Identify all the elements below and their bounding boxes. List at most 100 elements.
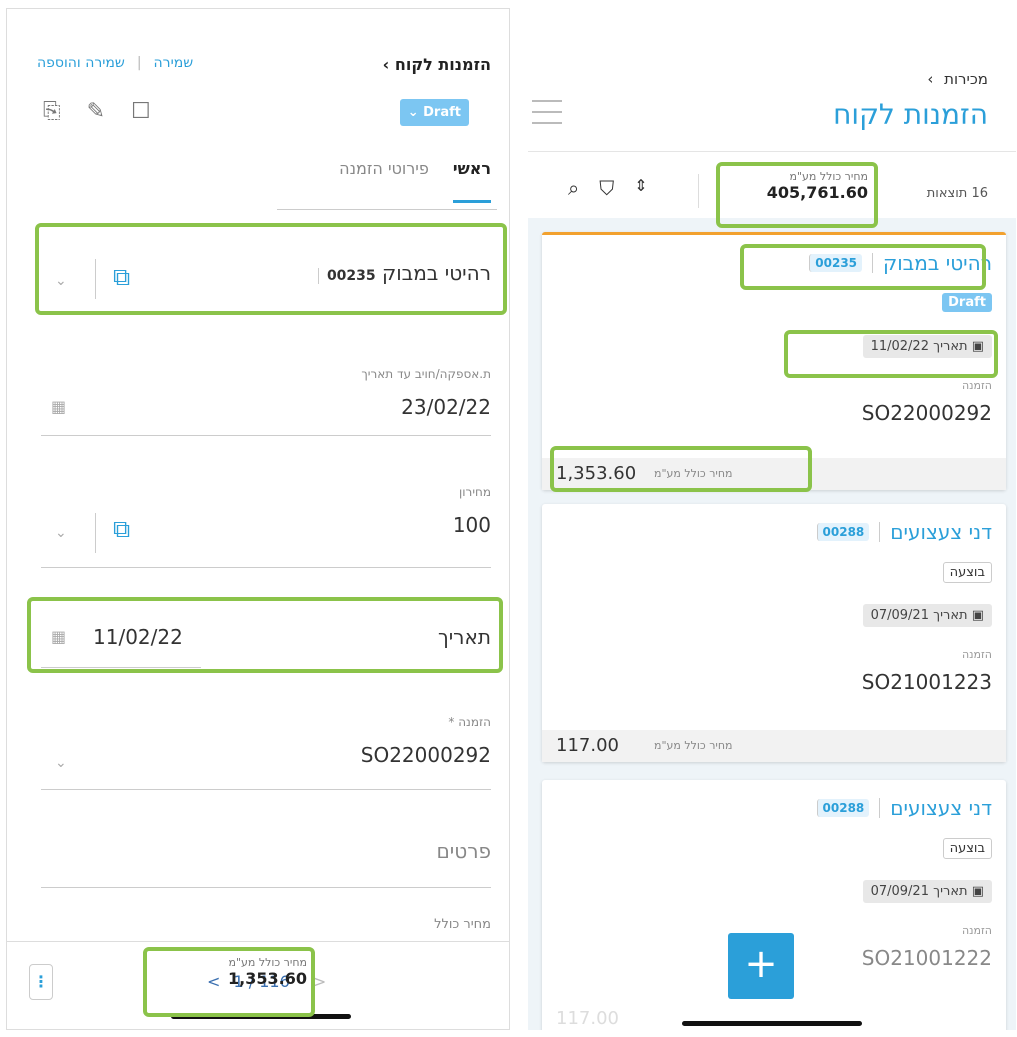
card-separator — [879, 522, 881, 542]
attachment-icon[interactable]: ⎘ — [43, 99, 61, 124]
card-total-value: 117.00 — [556, 1008, 619, 1029]
open-link-icon[interactable]: ⧉ — [113, 515, 130, 543]
card-date-text: תאריך 11/02/22 — [870, 339, 968, 354]
card-date: ▣ תאריך 07/09/21 — [862, 880, 992, 903]
status-label: Draft — [423, 105, 461, 120]
page-title-text: הזמנות לקוח — [394, 55, 491, 74]
date-value: 11/02/22 — [93, 625, 183, 649]
details-field[interactable]: פרטים — [41, 839, 491, 889]
field-underline — [41, 789, 491, 790]
field-separator — [95, 513, 96, 553]
search-icon[interactable]: ⌕ — [568, 176, 579, 200]
pricelist-field[interactable]: מחירון 100 ⧉ ⌄ — [41, 485, 491, 569]
delivery-date-field[interactable]: ת.אספקה/חויב עד תאריך 23/02/22 ▦ — [41, 367, 491, 437]
breadcrumb-text: מכירות — [944, 70, 988, 88]
card-date: ▣ תאריך 07/09/21 — [862, 604, 992, 627]
action-separator: | — [136, 55, 142, 71]
delivery-date-value: 23/02/22 — [401, 395, 491, 419]
card-total-label: מחיר כולל מע"מ — [654, 739, 733, 752]
save-and-add-button[interactable]: שמירה והוספה — [37, 55, 125, 71]
total-field: מחיר כולל — [41, 917, 491, 932]
field-underline — [41, 887, 491, 888]
delivery-date-label: ת.אספקה/חויב עד תאריך — [361, 367, 491, 381]
list-item[interactable]: דני צעצועים 00288 בוצעה ▣ תאריך 07/09/21… — [542, 504, 1006, 762]
chevron-left-icon: › — [927, 70, 934, 88]
pricelist-label: מחירון — [459, 485, 491, 499]
hamburger-menu-icon[interactable] — [532, 100, 562, 133]
card-date: ▣ תאריך 11/02/22 — [862, 335, 992, 358]
comment-icon[interactable]: ☐ — [131, 99, 151, 124]
date-field[interactable]: תאריך 11/02/22 ▦ — [41, 611, 491, 669]
open-link-icon[interactable]: ⧉ — [113, 263, 130, 291]
header-icons: ⎘ ✎ ☐ — [43, 99, 151, 124]
chevron-left-icon[interactable]: › — [383, 55, 390, 74]
field-underline — [41, 567, 491, 568]
chevron-down-icon[interactable]: ⌄ — [55, 273, 67, 289]
calendar-icon: ▣ — [971, 608, 984, 623]
card-date-text: תאריך 07/09/21 — [870, 608, 968, 623]
save-button[interactable]: שמירה — [154, 55, 194, 71]
card-customer-name: דני צעצועים — [890, 796, 992, 820]
add-order-button[interactable]: + — [728, 933, 794, 999]
card-header: דני צעצועים 00288 — [816, 796, 992, 820]
field-separator — [95, 259, 96, 299]
more-menu-button[interactable]: ⋮ — [29, 964, 53, 1000]
card-header: דני צעצועים 00288 — [816, 520, 992, 544]
total-label: מחיר כולל — [434, 917, 491, 932]
next-record-button[interactable]: > — [313, 972, 326, 991]
tab-main[interactable]: ראשי — [452, 159, 491, 203]
tab-bar: ראשי פירוטי הזמנה — [339, 159, 491, 203]
list-header: מכירות › הזמנות לקוח 16 תוצאות מחיר כולל… — [528, 8, 1016, 218]
card-total-value: 117.00 — [556, 735, 619, 756]
order-value: SO22000292 — [360, 743, 491, 767]
list-total-value: 405,761.60 — [766, 183, 868, 202]
card-order-number: SO21001222 — [861, 946, 992, 970]
chevron-down-icon[interactable]: ⌄ — [55, 755, 67, 771]
tab-order-details[interactable]: פירוטי הזמנה — [339, 159, 429, 203]
sort-icon[interactable]: ⇕ — [634, 176, 647, 200]
card-customer-name: רהיטי במבוק — [883, 251, 992, 275]
chevron-down-icon[interactable]: ⌄ — [55, 525, 67, 541]
customer-field[interactable]: רהיטי במבוק 00235 ⧉ ⌄ — [41, 239, 491, 307]
card-order-label: הזמנה — [961, 379, 992, 392]
card-customer-code: 00235 — [809, 254, 863, 272]
header-divider — [528, 151, 1016, 152]
detail-footer: < 1 / 116 > מחיר כולל מע"מ 1,353.60 ⋮ — [7, 941, 509, 1029]
status-badge: Draft — [942, 293, 992, 312]
order-field[interactable]: הזמנה * SO22000292 ⌄ — [41, 715, 491, 791]
page-title: הזמנות לקוח › — [375, 55, 491, 74]
status-dropdown-button[interactable]: ⌄ Draft — [399, 99, 469, 126]
tab-underline — [277, 209, 497, 210]
detail-header: הזמנות לקוח › שמירה | שמירה והוספה ⌄ Dra… — [7, 9, 509, 219]
calendar-icon[interactable]: ▦ — [51, 627, 66, 646]
calendar-icon: ▣ — [971, 339, 984, 354]
card-separator — [872, 253, 874, 273]
card-order-label: הזמנה — [961, 924, 992, 937]
list-item[interactable]: רהיטי במבוק 00235 Draft ▣ תאריך 11/02/22… — [542, 232, 1006, 490]
list-toolbar: ⌕ ⛉ ⇕ — [568, 176, 648, 200]
date-label: תאריך — [437, 625, 491, 649]
footer-total-value: 1,353.60 — [228, 969, 307, 988]
calendar-icon[interactable]: ▦ — [51, 397, 66, 416]
card-customer-code: 00288 — [816, 799, 870, 817]
pricelist-value: 100 — [452, 513, 491, 537]
card-separator — [879, 798, 881, 818]
footer-total: מחיר כולל מע"מ 1,353.60 — [159, 956, 307, 988]
card-customer-name: דני צעצועים — [890, 520, 992, 544]
notes-icon[interactable]: ✎ — [87, 99, 105, 124]
card-order-number: SO22000292 — [861, 401, 992, 425]
filter-icon[interactable]: ⛉ — [599, 176, 614, 200]
page-title: הזמנות לקוח — [833, 98, 988, 131]
breadcrumb[interactable]: מכירות › — [927, 70, 988, 88]
customer-name: רהיטי במבוק — [382, 261, 491, 285]
card-order-number: SO21001223 — [861, 670, 992, 694]
calendar-icon: ▣ — [971, 884, 984, 899]
list-total: מחיר כולל מע"מ 405,761.60 — [728, 170, 868, 202]
orders-list-screen: מכירות › הזמנות לקוח 16 תוצאות מחיר כולל… — [528, 8, 1016, 1030]
date-underline — [41, 667, 201, 668]
card-order-label: הזמנה — [961, 648, 992, 661]
footer-total-label: מחיר כולל מע"מ — [228, 956, 307, 969]
customer-value: רהיטי במבוק 00235 — [41, 261, 491, 285]
card-footer: מחיר כולל מע"מ 1,353.60 — [542, 458, 1006, 490]
header-actions: שמירה | שמירה והוספה — [37, 55, 193, 71]
